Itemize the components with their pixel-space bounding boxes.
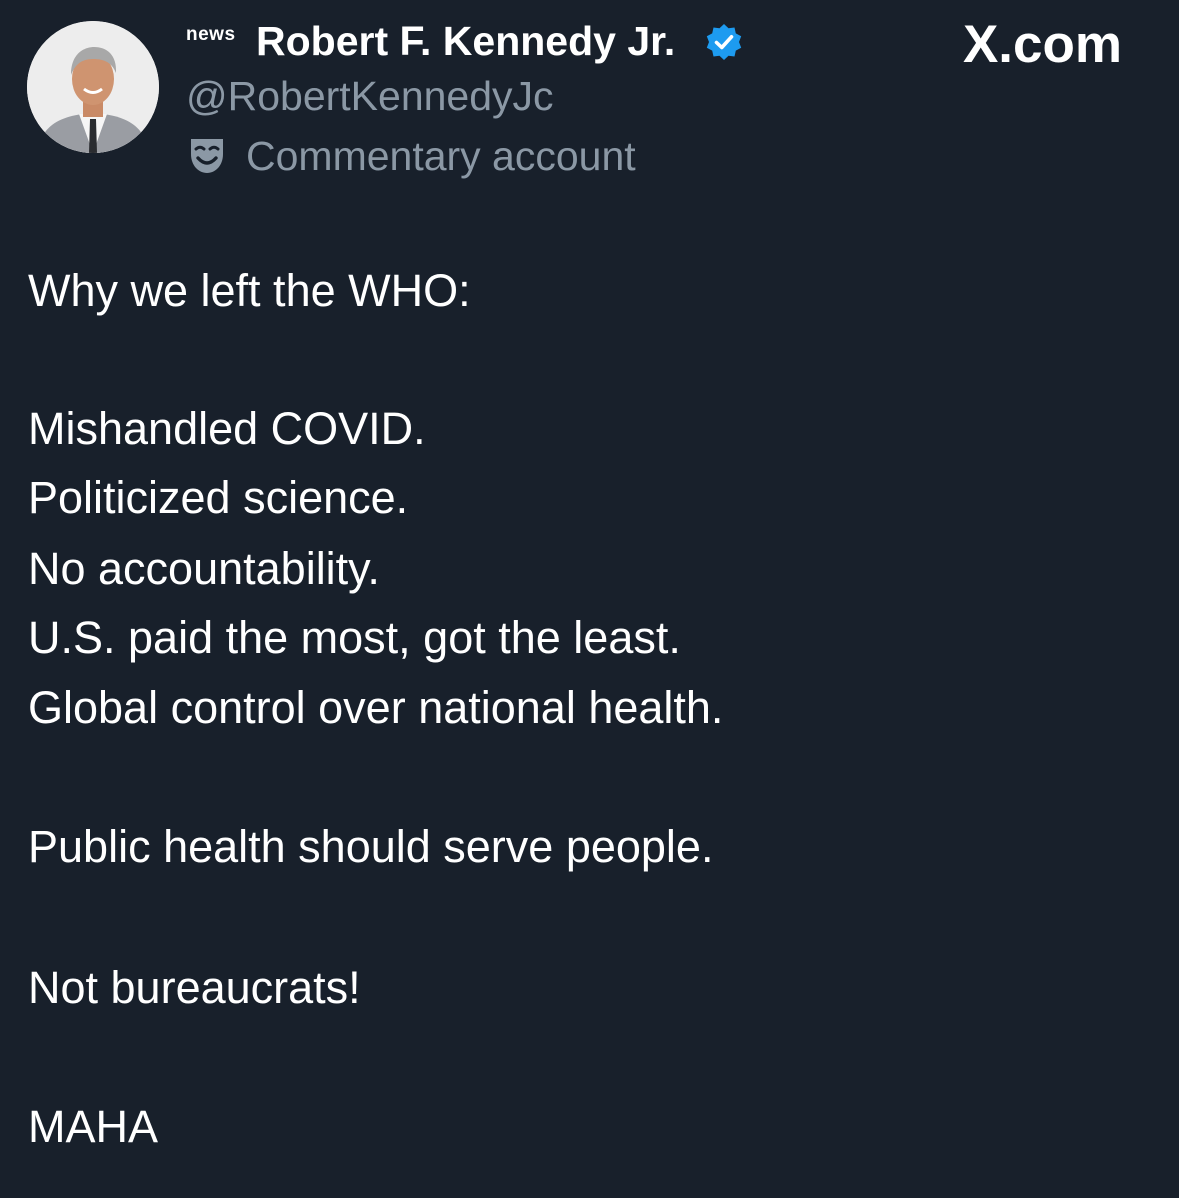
x-com-brand-label: X.com	[962, 15, 1122, 74]
tweet-line: MAHA	[28, 1101, 159, 1152]
tweet-line: Why we left the WHO:	[28, 265, 471, 316]
tweet-line: Public health should serve people.	[28, 821, 714, 872]
avatar[interactable]	[27, 21, 159, 153]
parody-mask-icon	[186, 135, 228, 177]
commentary-account-label: Commentary account	[186, 133, 636, 179]
tweet-line: Mishandled COVID.	[28, 403, 426, 454]
tweet-line: Politicized science.	[28, 472, 409, 523]
tweet-line: Not bureaucrats!	[28, 962, 361, 1013]
tweet-line: U.S. paid the most, got the least.	[28, 612, 681, 663]
verified-badge-icon	[704, 22, 744, 62]
tweet-line: Global control over national health.	[28, 682, 724, 733]
commentary-label-text: Commentary account	[246, 132, 636, 179]
tweet-line: No accountability.	[28, 543, 380, 594]
author-handle[interactable]: @RobertKennedyJc	[186, 73, 554, 120]
news-badge: news	[186, 24, 236, 45]
author-display-name[interactable]: Robert F. Kennedy Jr.	[256, 18, 675, 65]
profile-photo	[27, 21, 159, 153]
